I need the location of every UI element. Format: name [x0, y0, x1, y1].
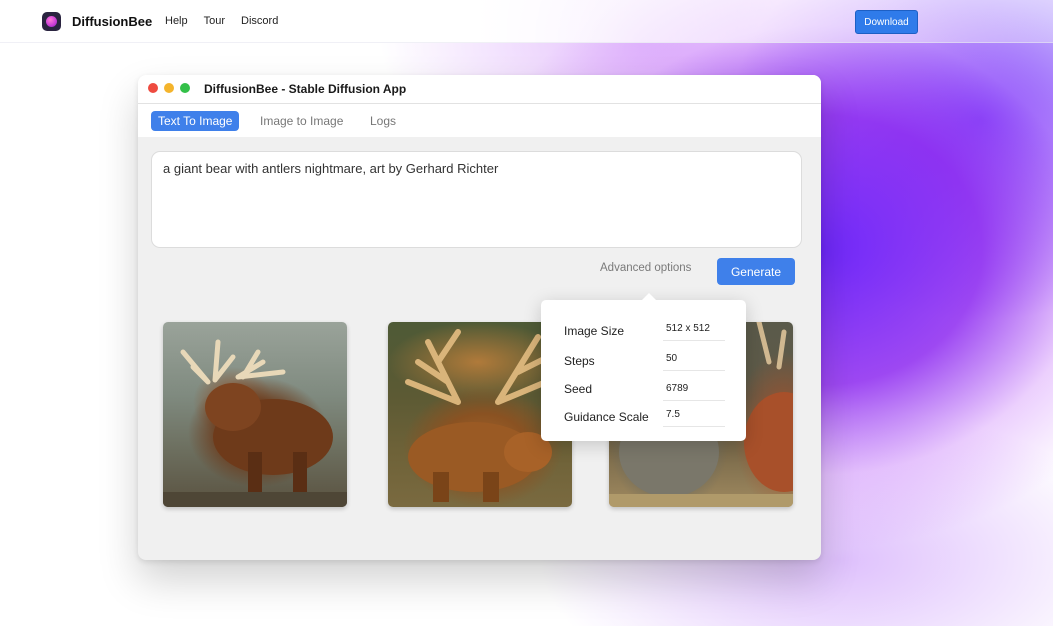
- steps-field[interactable]: 50: [663, 351, 725, 371]
- diffusionbee-logo-icon: [42, 12, 61, 31]
- popover-arrow: [641, 293, 657, 301]
- top-navigation: DiffusionBee Help Tour Discord Download: [0, 0, 1053, 43]
- brand-name: DiffusionBee: [72, 14, 153, 29]
- advanced-options-popover: Image Size 512 x 512 Steps 50 Seed 6789 …: [541, 293, 746, 441]
- guidance-scale-field[interactable]: 7.5: [663, 407, 725, 427]
- bear-antlers-art-1: [163, 339, 347, 507]
- guidance-scale-label: Guidance Scale: [564, 410, 649, 424]
- nav-link-tour[interactable]: Tour: [204, 15, 225, 27]
- generate-button[interactable]: Generate: [717, 258, 795, 285]
- generated-image-1[interactable]: [163, 322, 347, 507]
- maximize-window-icon[interactable]: [180, 83, 190, 93]
- nav-link-discord[interactable]: Discord: [241, 15, 278, 27]
- seed-field[interactable]: 6789: [663, 381, 725, 401]
- window-titlebar: DiffusionBee - Stable Diffusion App: [138, 75, 821, 104]
- prompt-input[interactable]: a giant bear with antlers nightmare, art…: [151, 151, 802, 248]
- seed-label: Seed: [564, 382, 593, 396]
- brand[interactable]: DiffusionBee: [42, 12, 152, 31]
- tab-image-to-image[interactable]: Image to Image: [253, 111, 350, 131]
- close-window-icon[interactable]: [148, 83, 158, 93]
- nav-link-help[interactable]: Help: [165, 15, 188, 27]
- window-title: DiffusionBee - Stable Diffusion App: [204, 82, 407, 96]
- steps-label: Steps: [564, 354, 595, 368]
- tab-bar: Text To Image Image to Image Logs: [138, 104, 821, 137]
- download-button[interactable]: Download: [855, 10, 918, 34]
- minimize-window-icon[interactable]: [164, 83, 174, 93]
- image-size-field[interactable]: 512 x 512: [663, 321, 725, 341]
- tab-text-to-image[interactable]: Text To Image: [151, 111, 240, 131]
- advanced-options-link[interactable]: Advanced options: [600, 262, 691, 274]
- image-size-label: Image Size: [564, 324, 625, 338]
- tab-logs[interactable]: Logs: [363, 111, 403, 131]
- app-window: DiffusionBee - Stable Diffusion App Text…: [138, 75, 821, 560]
- nav-links: Help Tour Discord: [165, 15, 294, 27]
